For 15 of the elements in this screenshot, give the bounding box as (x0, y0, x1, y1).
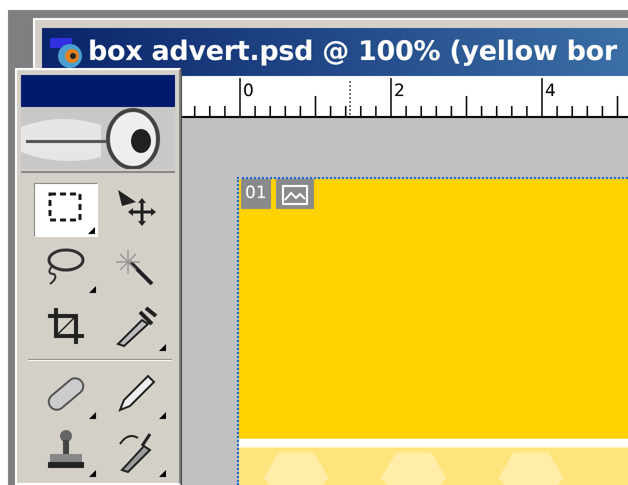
flyout-triangle-icon (159, 470, 166, 477)
flyout-triangle-icon (88, 227, 95, 234)
flyout-triangle-icon (159, 344, 166, 351)
ruler-label: 4 (545, 81, 556, 101)
window-title: box advert.psd @ 100% (yellow bor (88, 34, 617, 69)
eye-logo-icon (21, 107, 175, 169)
flyout-triangle-icon (89, 470, 96, 477)
image-slice-icon (276, 179, 314, 209)
ruler-label: 2 (394, 81, 405, 101)
slice-number: 01 (241, 179, 271, 209)
marquee-tool-button[interactable] (34, 183, 98, 237)
flyout-triangle-icon (89, 412, 96, 419)
flyout-triangle-icon (159, 412, 166, 419)
ruler-label: 0 (243, 81, 254, 101)
flyout-triangle-icon (89, 286, 96, 293)
